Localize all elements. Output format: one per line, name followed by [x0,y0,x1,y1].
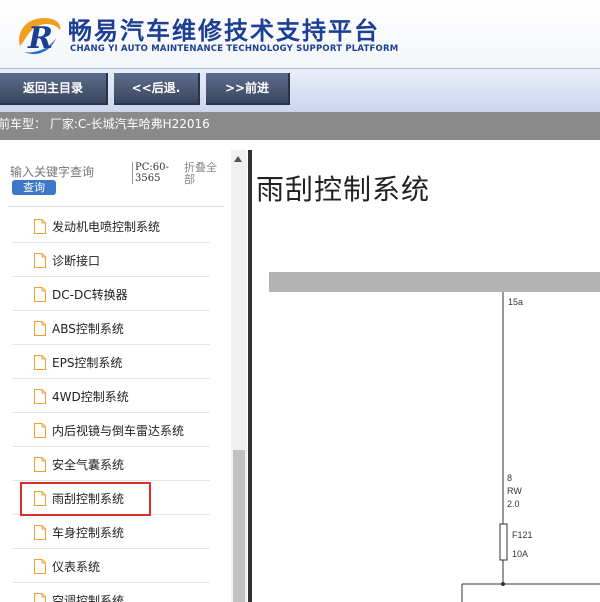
tree-item-dcdc-converter[interactable]: DC-DC转换器 [0,277,228,311]
diagram-title: 雨刮控制系统 [256,173,431,206]
tree-item-eps[interactable]: EPS控制系统 [0,345,228,379]
search-input[interactable] [10,164,120,180]
document-icon [34,525,46,540]
document-icon [34,219,46,234]
current-model-text: 前车型： 厂家:C-长城汽车哈弗H22016 [0,117,210,131]
nav-bar: 返回主目录 <<后退. >>前进 [0,68,600,113]
svg-text:R: R [27,21,53,56]
app-header: R 畅易汽车维修技术支持平台 CHANG YI AUTO MAINTENANCE… [0,0,600,68]
document-icon [34,423,46,438]
tree-item-label: 4WD控制系统 [52,390,129,404]
system-tree: 发动机电喷控制系统 诊断接口 DC-DC转换器 ABS控制系统 EPS控制系统 … [0,209,228,602]
sidebar: 查询 PC:60-3565 折叠全部 发动机电喷控制系统 诊断接口 DC-DC转… [0,150,248,602]
tree-item-airbag[interactable]: 安全气囊系统 [0,447,228,481]
tree-item-ac[interactable]: 空调控制系统 [0,583,228,602]
search-button[interactable]: 查询 [12,180,56,195]
tree-item-mirror-radar[interactable]: 内后视镜与倒车雷达系统 [0,413,228,447]
selection-highlight [20,482,151,516]
document-icon [34,389,46,404]
current-model-bar: 前车型： 厂家:C-长城汽车哈弗H22016 [0,112,600,140]
tree-item-label: 诊断接口 [52,254,101,268]
tree-item-instrument[interactable]: 仪表系统 [0,549,228,583]
wiring-diagram: 15a 8 RW 2.0 F121 10A [269,272,600,602]
document-icon [34,287,46,302]
pc-info: PC:60-3565 [132,162,179,184]
document-icon [34,559,46,574]
document-icon [34,355,46,370]
tree-item-4wd[interactable]: 4WD控制系统 [0,379,228,413]
home-button[interactable]: 返回主目录 [0,73,108,105]
app-title: 畅易汽车维修技术支持平台 [68,17,380,45]
power-bus-bar [269,272,600,292]
scrollbar-thumb[interactable] [233,450,245,602]
tree-item-body-control[interactable]: 车身控制系统 [0,515,228,549]
tree-item-label: 发动机电喷控制系统 [52,220,161,234]
wire-size-label: 2.0 [507,499,520,509]
tree-item-label: 空调控制系统 [52,594,125,602]
back-button[interactable]: <<后退. [114,73,200,105]
tree-item-diagnostic-port[interactable]: 诊断接口 [0,243,228,277]
sidebar-scrollbar[interactable] [231,150,247,602]
fuse-rating-label: 10A [512,549,528,559]
fuse-name-label: F121 [512,530,533,540]
logo-icon: R [19,18,61,56]
forward-button[interactable]: >>前进 [206,73,290,105]
app-subtitle: CHANG YI AUTO MAINTENANCE TECHNOLOGY SUP… [70,44,399,54]
scroll-up-arrow-icon[interactable] [234,156,242,162]
document-icon [34,321,46,336]
tree-item-label: EPS控制系统 [52,356,123,370]
tree-item-label: 仪表系统 [52,560,101,574]
wire-label-15a: 15a [508,297,523,307]
wire-color-label: RW [507,486,522,496]
divider [8,206,224,207]
tree-item-label: DC-DC转换器 [52,288,128,302]
tree-item-label: ABS控制系统 [52,322,124,336]
tree-item-label: 安全气囊系统 [52,458,125,472]
pin-label: 8 [507,473,512,483]
tree-item-engine-ecu[interactable]: 发动机电喷控制系统 [0,209,228,243]
document-icon [34,593,46,602]
collapse-all-link[interactable]: 折叠全部 [184,162,224,186]
document-icon [34,457,46,472]
fuse-f121 [499,523,508,561]
tree-item-label: 内后视镜与倒车雷达系统 [52,424,185,438]
tree-item-label: 车身控制系统 [52,526,125,540]
tree-item-abs[interactable]: ABS控制系统 [0,311,228,345]
document-icon [34,253,46,268]
